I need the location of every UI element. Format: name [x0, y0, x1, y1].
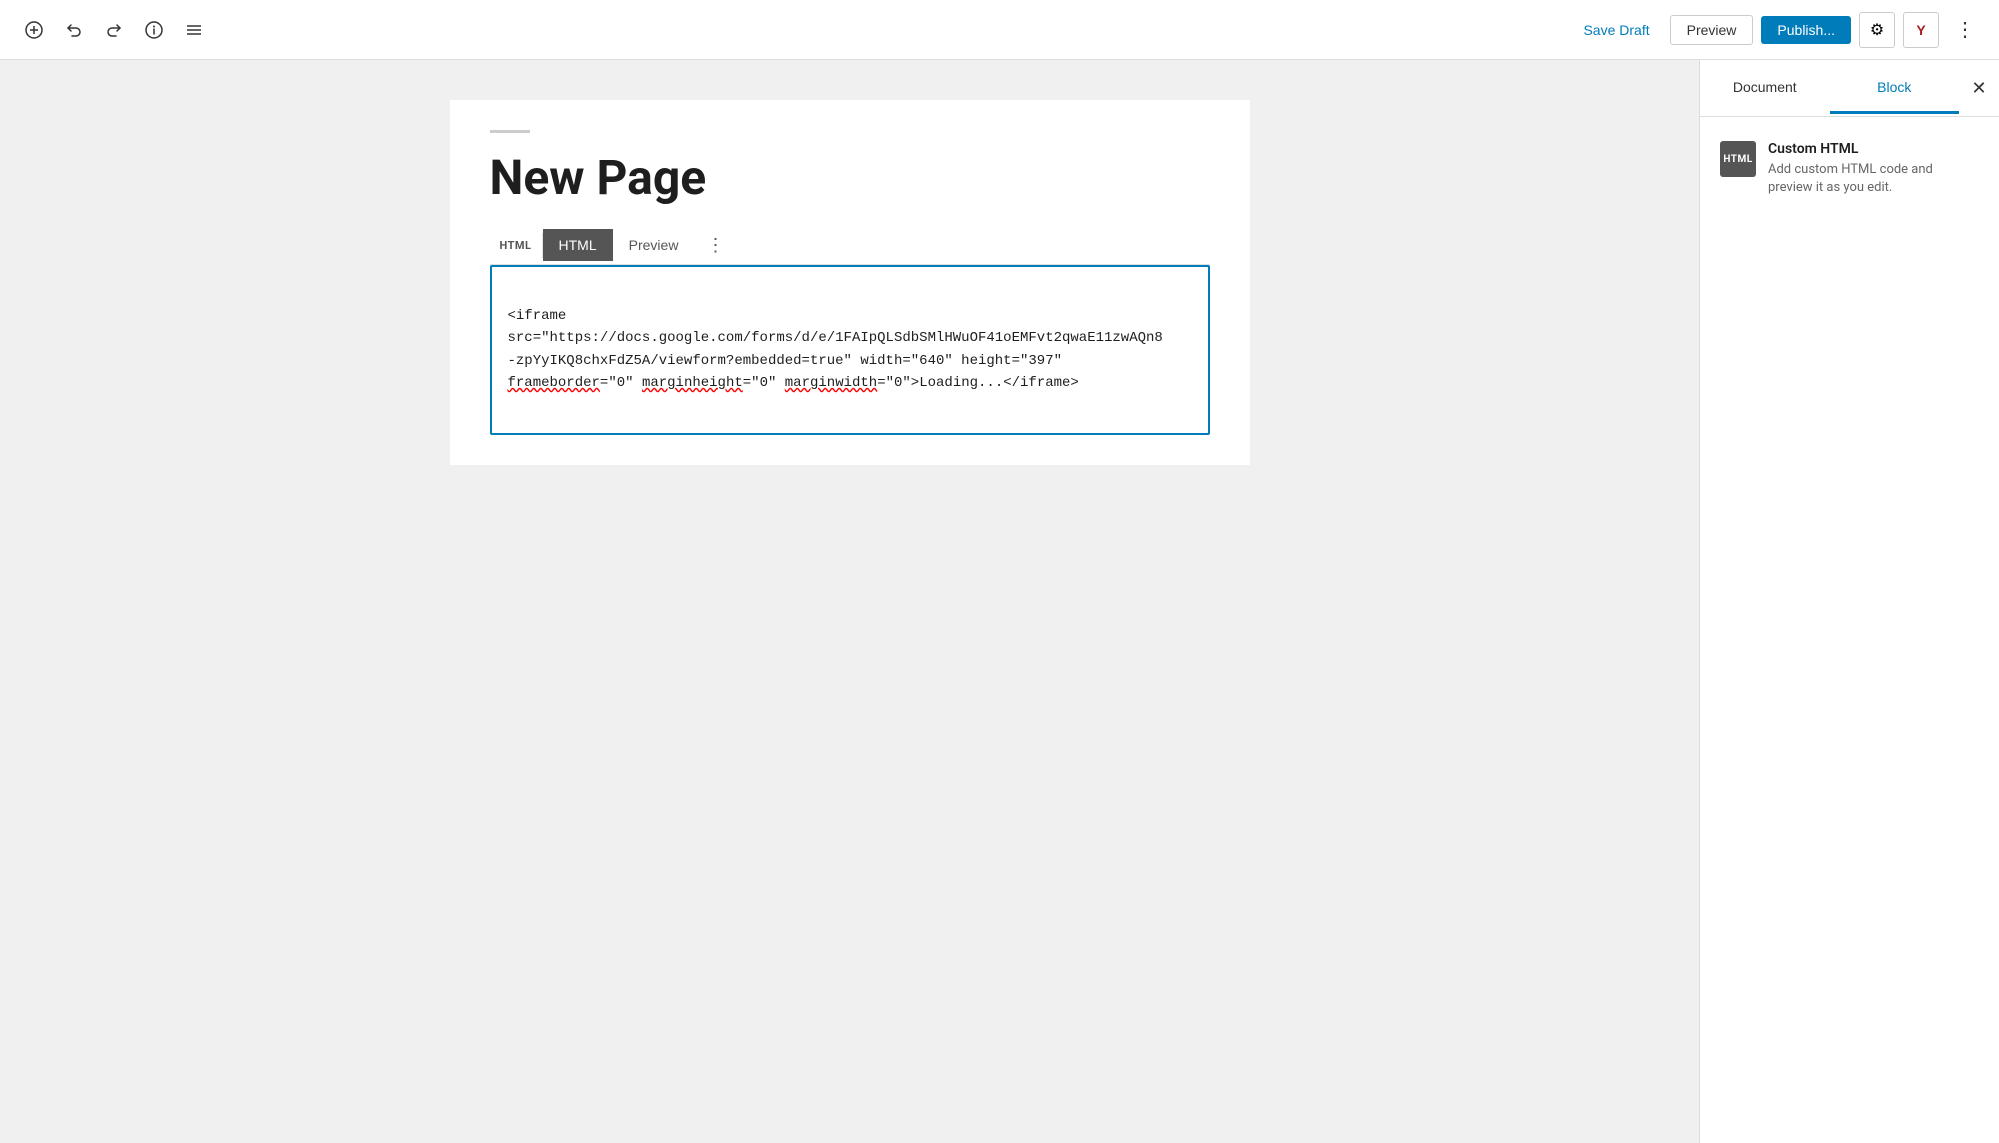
page-divider [490, 130, 530, 133]
more-options-button[interactable]: ⋮ [1947, 12, 1983, 48]
html-block-toolbar: HTML HTML Preview ⋮ [490, 227, 1210, 265]
editor-area: New Page HTML HTML Preview ⋮ <iframe src… [0, 60, 1699, 1143]
page-header: New Page [450, 100, 1250, 227]
html-badge: HTML [490, 233, 543, 258]
html-block-more-button[interactable]: ⋮ [696, 227, 734, 264]
preview-tab[interactable]: Preview [613, 229, 695, 261]
editor-content: New Page HTML HTML Preview ⋮ <iframe src… [450, 100, 1250, 1103]
html-tab[interactable]: HTML [543, 229, 613, 261]
code-editor[interactable]: <iframe src="https://docs.google.com/for… [490, 265, 1210, 435]
info-button[interactable] [136, 12, 172, 48]
tab-document[interactable]: Document [1700, 63, 1830, 114]
page-title: New Page [490, 149, 1210, 207]
block-type-icon: HTML [1720, 141, 1756, 177]
tab-block[interactable]: Block [1830, 63, 1960, 114]
code-line-3: -zpYyIKQ8chxFdZ5A/viewform?embedded=true… [508, 353, 1063, 369]
sidebar-header: Document Block ✕ [1700, 60, 1999, 117]
block-type-info: Custom HTML Add custom HTML code and pre… [1768, 141, 1979, 197]
main-toolbar: Save Draft Preview Publish... ⚙ Y ⋮ [0, 0, 1999, 60]
settings-icon: ⚙ [1870, 20, 1884, 40]
close-sidebar-button[interactable]: ✕ [1959, 60, 1999, 116]
settings-button[interactable]: ⚙ [1859, 12, 1895, 48]
sidebar-body: HTML Custom HTML Add custom HTML code an… [1700, 117, 1999, 233]
code-line-2: src="https://docs.google.com/forms/d/e/1… [508, 330, 1163, 346]
undo-button[interactable] [56, 12, 92, 48]
close-icon: ✕ [1971, 78, 1986, 99]
add-block-button[interactable] [16, 12, 52, 48]
redo-button[interactable] [96, 12, 132, 48]
save-draft-button[interactable]: Save Draft [1571, 16, 1661, 44]
code-line-1: <iframe [508, 308, 567, 324]
block-type-description: Add custom HTML code and preview it as y… [1768, 161, 1979, 197]
publish-button[interactable]: Publish... [1761, 16, 1851, 44]
preview-button[interactable]: Preview [1670, 15, 1754, 45]
code-line-4: frameborder="0" marginheight="0" marginw… [508, 375, 1079, 391]
main-layout: New Page HTML HTML Preview ⋮ <iframe src… [0, 60, 1999, 1143]
block-navigation-button[interactable] [176, 12, 212, 48]
yoast-button[interactable]: Y [1903, 12, 1939, 48]
block-type-header: HTML Custom HTML Add custom HTML code an… [1720, 141, 1979, 197]
yoast-icon: Y [1916, 22, 1925, 38]
more-icon: ⋮ [1955, 17, 1975, 42]
html-block-wrapper: HTML HTML Preview ⋮ <iframe src="https:/… [450, 227, 1250, 465]
toolbar-left [16, 12, 212, 48]
block-type-title: Custom HTML [1768, 141, 1979, 157]
toolbar-right: Save Draft Preview Publish... ⚙ Y ⋮ [1571, 12, 1983, 48]
sidebar-panel: Document Block ✕ HTML Custom HTML Add cu… [1699, 60, 1999, 1143]
